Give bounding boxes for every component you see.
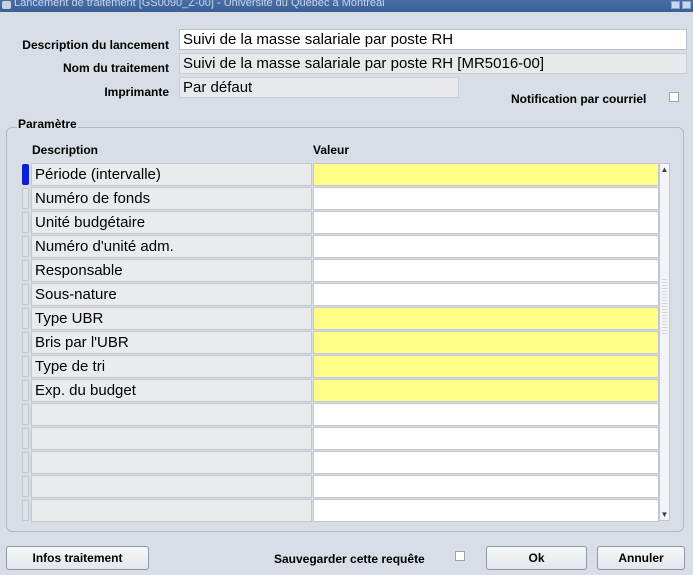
record-indicator[interactable] [22, 428, 29, 449]
parameter-value-field[interactable] [313, 427, 659, 450]
parameter-row [22, 475, 659, 499]
parameter-description-cell [31, 427, 312, 450]
parameter-value-field[interactable] [313, 355, 659, 378]
parameter-group-title: Paramètre [17, 117, 78, 131]
parameter-description-cell: Type UBR [31, 307, 312, 330]
record-indicator[interactable] [22, 284, 29, 305]
parameter-row: Bris par l'UBR [22, 331, 659, 355]
parameter-value-field[interactable] [313, 211, 659, 234]
parameter-row [22, 403, 659, 427]
parameter-row [22, 451, 659, 475]
parameter-row: Sous-nature [22, 283, 659, 307]
parameter-row: Exp. du budget [22, 379, 659, 403]
parameter-row: Type de tri [22, 355, 659, 379]
parameter-description-cell: Bris par l'UBR [31, 331, 312, 354]
parameter-row: Numéro de fonds [22, 187, 659, 211]
parameter-value-field[interactable] [313, 403, 659, 426]
window-titlebar: Lancement de traitement [GS0090_Z-00] - … [0, 0, 693, 12]
record-indicator[interactable] [22, 380, 29, 401]
description-label: Description du lancement [22, 38, 169, 52]
parameter-value-field[interactable] [313, 163, 659, 186]
parameter-value-field[interactable] [313, 307, 659, 330]
notification-checkbox[interactable] [669, 92, 679, 102]
record-indicator[interactable] [22, 308, 29, 329]
record-indicator[interactable] [22, 500, 29, 521]
record-indicator[interactable] [22, 476, 29, 497]
parameter-description-cell: Type de tri [31, 355, 312, 378]
process-info-button[interactable]: Infos traitement [6, 546, 149, 570]
parameter-description-cell: Période (intervalle) [31, 163, 312, 186]
printer-label: Imprimante [104, 85, 169, 99]
parameter-row [22, 427, 659, 451]
description-field[interactable]: Suivi de la masse salariale par poste RH [179, 29, 687, 50]
current-record-indicator[interactable] [22, 164, 29, 185]
parameter-description-cell [31, 499, 312, 522]
save-request-label: Sauvegarder cette requête [274, 552, 425, 566]
parameter-row: Type UBR [22, 307, 659, 331]
record-indicator[interactable] [22, 260, 29, 281]
parameter-description-cell: Numéro de fonds [31, 187, 312, 210]
parameter-value-field[interactable] [313, 475, 659, 498]
process-name-field: Suivi de la masse salariale par poste RH… [179, 53, 687, 74]
parameter-description-cell: Numéro d'unité adm. [31, 235, 312, 258]
window-app-icon [2, 1, 11, 9]
notification-label: Notification par courriel [511, 92, 647, 106]
parameter-value-field[interactable] [313, 259, 659, 282]
record-indicator[interactable] [22, 404, 29, 425]
record-indicator[interactable] [22, 332, 29, 353]
parameter-row: Numéro d'unité adm. [22, 235, 659, 259]
parameter-description-cell [31, 451, 312, 474]
parameter-description-cell [31, 475, 312, 498]
scroll-down-icon[interactable]: ▼ [660, 509, 669, 520]
parameter-value-field[interactable] [313, 451, 659, 474]
parameter-description-cell [31, 403, 312, 426]
printer-field[interactable]: Par défaut [179, 77, 459, 98]
parameter-description-cell: Exp. du budget [31, 379, 312, 402]
window-title: Lancement de traitement [GS0090_Z-00] - … [14, 0, 385, 9]
record-indicator[interactable] [22, 236, 29, 257]
parameter-description-cell: Responsable [31, 259, 312, 282]
column-header-value: Valeur [313, 143, 350, 157]
parameter-row: Période (intervalle) [22, 163, 659, 187]
parameter-scrollbar[interactable]: ▲ ▼ [659, 163, 670, 521]
minimize-icon[interactable] [671, 1, 680, 9]
parameter-description-cell: Sous-nature [31, 283, 312, 306]
parameter-description-cell: Unité budgétaire [31, 211, 312, 234]
save-request-checkbox[interactable] [455, 551, 465, 561]
parameter-row: Responsable [22, 259, 659, 283]
ok-button[interactable]: Ok [486, 546, 587, 570]
parameter-value-field[interactable] [313, 499, 659, 522]
parameter-value-field[interactable] [313, 235, 659, 258]
parameter-value-field[interactable] [313, 187, 659, 210]
scroll-grip[interactable] [662, 279, 667, 334]
parameter-row [22, 499, 659, 523]
maximize-icon[interactable] [682, 1, 691, 9]
parameter-value-field[interactable] [313, 379, 659, 402]
column-header-description: Description [32, 143, 99, 157]
record-indicator[interactable] [22, 212, 29, 233]
parameter-value-field[interactable] [313, 283, 659, 306]
scroll-up-icon[interactable]: ▲ [660, 164, 669, 175]
cancel-button[interactable]: Annuler [597, 546, 685, 570]
record-indicator[interactable] [22, 452, 29, 473]
parameter-row: Unité budgétaire [22, 211, 659, 235]
parameter-value-field[interactable] [313, 331, 659, 354]
record-indicator[interactable] [22, 356, 29, 377]
record-indicator[interactable] [22, 188, 29, 209]
process-name-label: Nom du traitement [62, 61, 169, 75]
